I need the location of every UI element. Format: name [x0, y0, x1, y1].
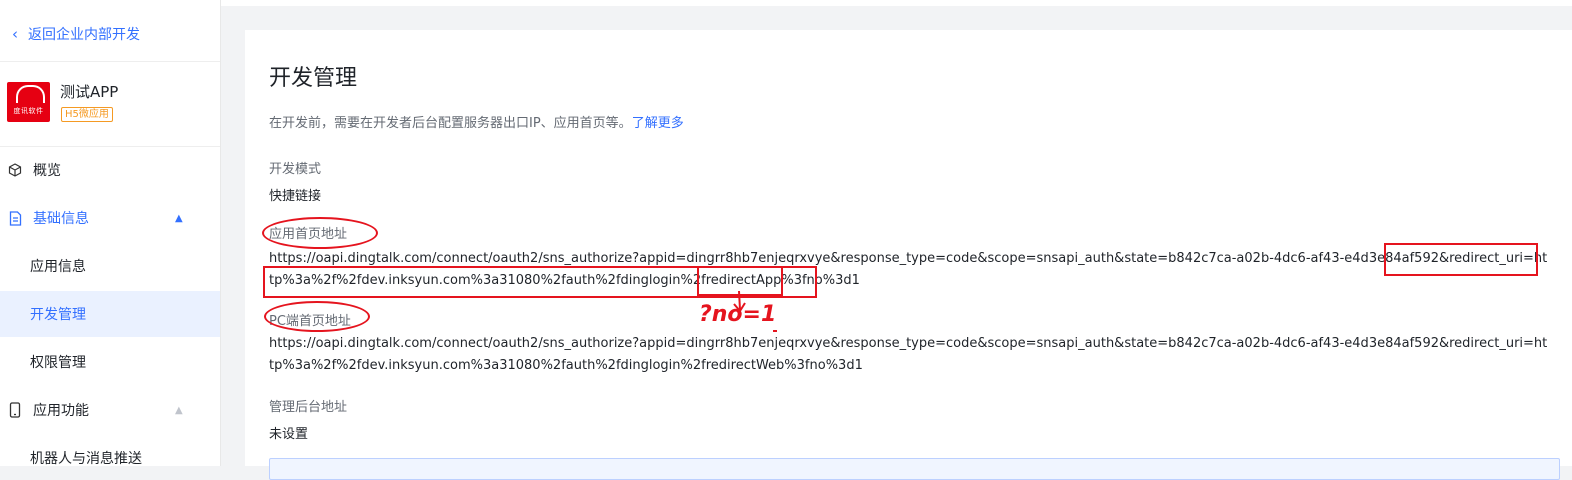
app-logo: 度讯软件 — [7, 82, 50, 122]
nav-robot-messages[interactable]: 机器人与消息推送 — [0, 438, 220, 478]
nav-app-info[interactable]: 应用信息 — [0, 246, 220, 286]
nav-basic-info[interactable]: 基础信息 ▲ — [0, 198, 220, 238]
nav-overview[interactable]: 概览 — [0, 150, 220, 190]
logo-text: 度讯软件 — [13, 107, 44, 115]
dev-mode-value: 快捷链接 — [269, 189, 322, 204]
annotation-decoded-param: ?no=1 — [699, 302, 777, 327]
nav-label: 基础信息 — [33, 211, 89, 227]
description-text: 在开发前，需要在开发者后台配置服务器出口IP、应用首页等。 — [269, 116, 632, 131]
pc-url-value: https://oapi.dingtalk.com/connect/oauth2… — [269, 336, 1548, 373]
sidebar: ‹ 返回企业内部开发 度讯软件 测试APP H5微应用 概览 基础信息 ▲ 应用… — [0, 0, 221, 467]
app-type-badge: H5微应用 — [61, 107, 113, 122]
annotation-oval — [262, 217, 378, 249]
document-icon — [7, 210, 23, 226]
admin-url-label: 管理后台地址 — [269, 400, 348, 415]
nav-app-features[interactable]: 应用功能 ▲ — [0, 390, 220, 430]
annotation-box — [1384, 243, 1538, 276]
learn-more-link[interactable]: 了解更多 — [632, 116, 684, 131]
app-name: 测试APP — [60, 83, 119, 101]
top-bar — [221, 0, 1572, 6]
admin-url-value: 未设置 — [269, 427, 309, 442]
nav-permission-management[interactable]: 权限管理 — [0, 342, 220, 382]
dev-mode-label: 开发模式 — [269, 162, 322, 177]
nav-label: 开发管理 — [30, 307, 86, 323]
info-box — [269, 458, 1560, 480]
caret-up-icon: ▲ — [175, 212, 183, 224]
phone-icon — [7, 402, 23, 418]
nav-label: 权限管理 — [30, 355, 86, 371]
nav-label: 机器人与消息推送 — [30, 451, 142, 467]
page-description: 在开发前，需要在开发者后台配置服务器出口IP、应用首页等。了解更多 — [269, 112, 684, 131]
nav-label: 概览 — [33, 163, 61, 179]
cube-icon — [7, 162, 23, 178]
cloud-icon — [16, 85, 45, 103]
divider — [0, 146, 220, 147]
main-card: 开发管理 在开发前，需要在开发者后台配置服务器出口IP、应用首页等。了解更多 开… — [245, 30, 1572, 480]
nav-dev-management[interactable]: 开发管理 — [0, 291, 220, 337]
divider — [0, 61, 220, 62]
annotation-oval — [264, 301, 370, 332]
nav-label: 应用功能 — [33, 403, 89, 419]
annotation-mark — [773, 330, 777, 332]
chevron-left-icon: ‹ — [12, 24, 18, 43]
back-label: 返回企业内部开发 — [28, 27, 140, 43]
caret-up-icon: ▲ — [175, 404, 183, 416]
page-title: 开发管理 — [269, 66, 358, 91]
nav-label: 应用信息 — [30, 259, 86, 275]
back-link[interactable]: ‹ 返回企业内部开发 — [12, 24, 140, 44]
